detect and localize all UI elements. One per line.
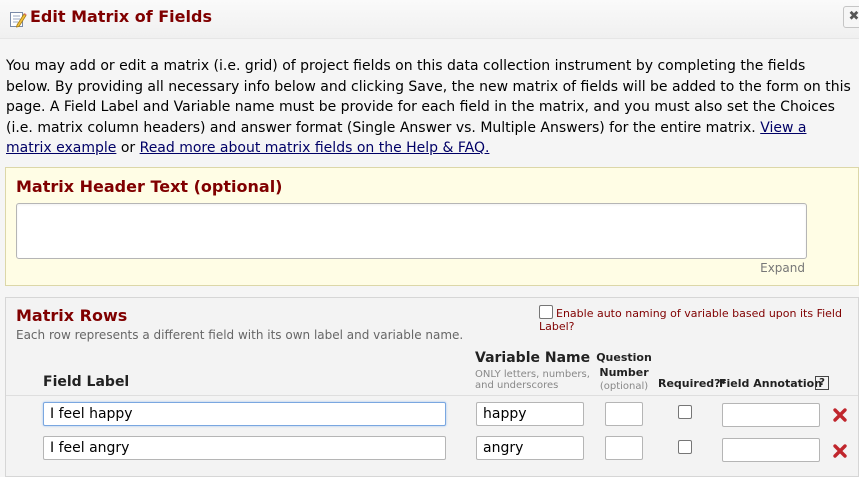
question-number-hint: (optional): [599, 381, 649, 392]
field-annotation-input[interactable]: [722, 403, 820, 427]
column-header-question-number: Question Number (optional): [596, 350, 652, 394]
column-header-variable-name: Variable Name: [475, 350, 591, 366]
matrix-rows-title: Matrix Rows: [16, 306, 128, 325]
matrix-header-section: Matrix Header Text (optional) Expand: [5, 167, 859, 286]
matrix-row: I feel happy happy: [6, 395, 858, 431]
close-button[interactable]: ✖: [843, 6, 859, 28]
question-number-label: Question Number: [596, 351, 652, 379]
matrix-rows-section: Matrix Rows Each row represents a differ…: [5, 297, 859, 477]
intro-text: You may add or edit a matrix (i.e. grid)…: [6, 58, 851, 136]
dialog-titlebar: Edit Matrix of Fields ✖: [0, 0, 859, 38]
read-more-help-link[interactable]: Read more about matrix fields on the Hel…: [140, 140, 490, 156]
auto-naming-label: Enable auto naming of variable based upo…: [539, 307, 842, 333]
matrix-row: I feel angry angry: [6, 431, 858, 467]
titlebar-divider: [0, 38, 859, 39]
field-annotation-input[interactable]: [722, 438, 820, 462]
intro-paragraph: You may add or edit a matrix (i.e. grid)…: [6, 56, 854, 159]
intro-or-text: or: [120, 140, 136, 156]
field-label-input[interactable]: I feel angry: [43, 436, 446, 460]
required-checkbox[interactable]: [678, 405, 692, 419]
column-header-field-annotation: Field Annotation: [719, 377, 823, 390]
matrix-header-textarea[interactable]: [16, 203, 807, 259]
dialog-title: Edit Matrix of Fields: [30, 7, 212, 26]
edit-form-icon: [10, 12, 27, 28]
field-annotation-help-icon[interactable]: ?: [815, 376, 829, 390]
column-header-required: Required?*: [658, 377, 727, 390]
variable-name-input[interactable]: happy: [476, 402, 584, 426]
column-header-field-label: Field Label: [43, 374, 130, 390]
variable-name-input[interactable]: angry: [476, 436, 584, 460]
red-x-delete-icon[interactable]: [832, 407, 848, 423]
matrix-rows-description: Each row represents a different field wi…: [16, 328, 464, 342]
required-checkbox[interactable]: [678, 440, 692, 454]
auto-naming-checkbox[interactable]: [539, 305, 553, 319]
question-number-input[interactable]: [605, 436, 643, 460]
variable-name-hint: ONLY letters, numbers, and underscores: [475, 369, 590, 391]
field-label-input[interactable]: I feel happy: [43, 402, 446, 426]
expand-link[interactable]: Expand: [760, 261, 805, 275]
auto-naming-option: Enable auto naming of variable based upo…: [539, 305, 858, 333]
question-number-input[interactable]: [605, 402, 643, 426]
red-x-delete-icon[interactable]: [832, 443, 848, 459]
matrix-header-title: Matrix Header Text (optional): [16, 177, 283, 196]
